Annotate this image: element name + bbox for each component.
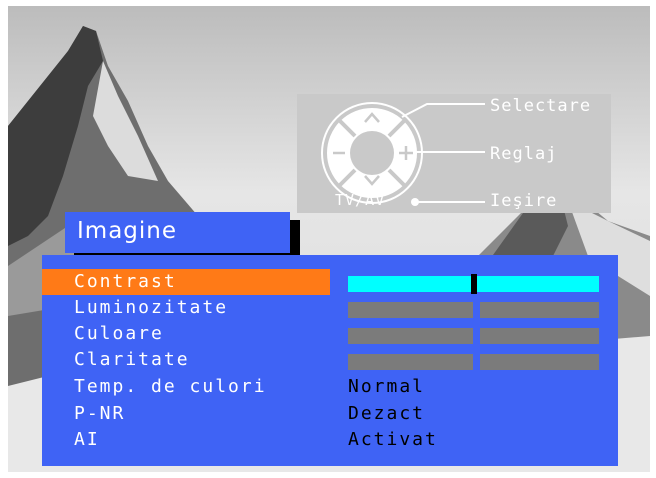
menu-item-contrast[interactable]: Contrast <box>42 269 618 295</box>
menu-item-sharpness[interactable]: Claritate <box>42 347 618 373</box>
menu-item-label: Claritate <box>74 349 190 370</box>
sharpness-slider-left[interactable] <box>348 354 473 370</box>
select-hint-label: Selectare <box>490 96 592 116</box>
menu-item-label: Temp. de culori <box>74 376 267 397</box>
color-slider-right[interactable] <box>480 328 599 344</box>
tvav-button-label: TV/AV <box>335 191 386 209</box>
menu-item-color[interactable]: Culoare <box>42 321 618 347</box>
menu-item-label: AI <box>74 429 100 450</box>
menu-item-label: Luminozitate <box>74 297 229 318</box>
sharpness-slider-right[interactable] <box>480 354 599 370</box>
adjust-hint-label: Reglaj <box>490 144 558 164</box>
menu-item-label: P-NR <box>74 403 126 424</box>
menu-item-label: Contrast <box>74 271 177 292</box>
color-slider-left[interactable] <box>348 328 473 344</box>
pnr-value: Dezact <box>348 403 426 424</box>
picture-menu-panel: Contrast Luminozitate Culoare Claritate … <box>42 255 618 466</box>
menu-item-label: Culoare <box>74 323 164 344</box>
contrast-slider-marker[interactable] <box>471 274 477 294</box>
menu-item-color-temp[interactable]: Temp. de culori Normal <box>42 374 618 400</box>
menu-item-ai[interactable]: AI Activat <box>42 427 618 453</box>
brightness-slider-left[interactable] <box>348 302 473 318</box>
menu-item-pnr[interactable]: P-NR Dezact <box>42 401 618 427</box>
menu-title: Imagine <box>65 212 290 253</box>
exit-hint-label: Ieşire <box>490 191 558 211</box>
color-temp-value: Normal <box>348 376 426 397</box>
ai-value: Activat <box>348 429 438 450</box>
menu-item-brightness[interactable]: Luminozitate <box>42 295 618 321</box>
brightness-slider-right[interactable] <box>480 302 599 318</box>
remote-help-panel: Selectare Reglaj Ieşire TV/AV <box>297 94 611 213</box>
